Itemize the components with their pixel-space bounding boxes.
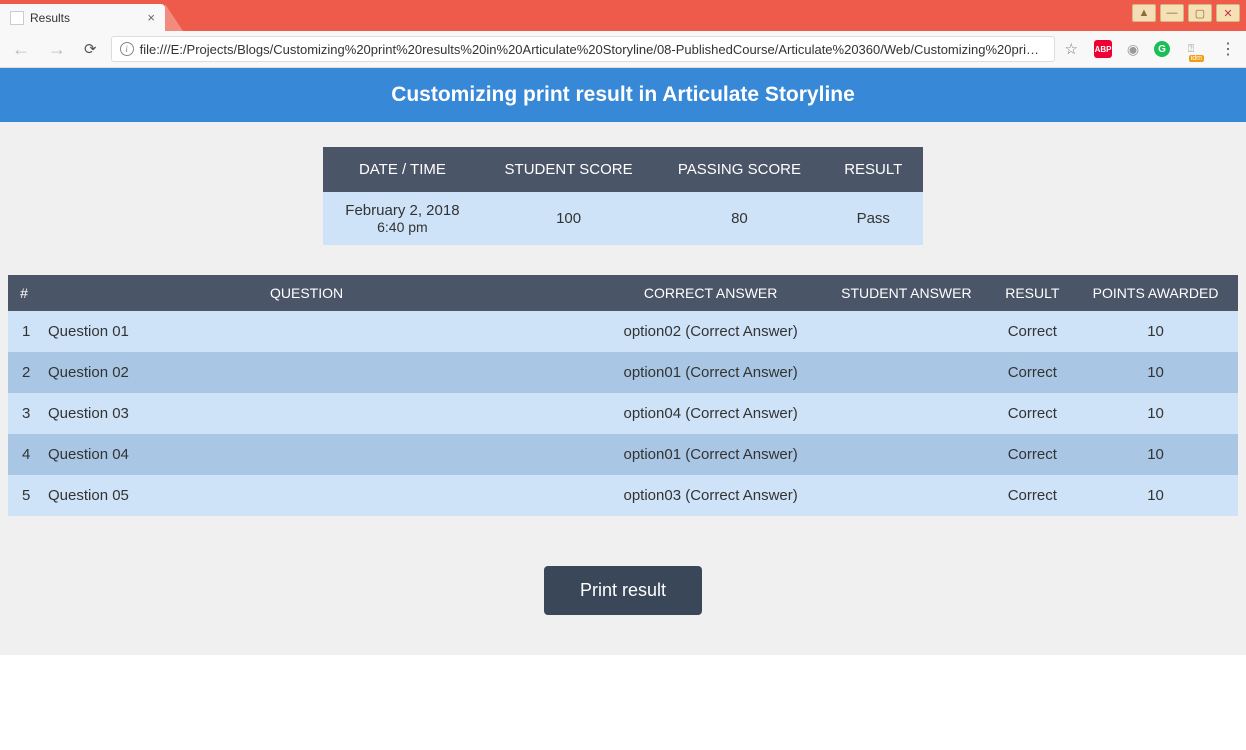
row-points: 10	[1073, 311, 1238, 352]
idm-icon[interactable]: ⍰idm	[1182, 40, 1200, 58]
table-row: 1Question 01option02 (Correct Answer) Cor…	[8, 311, 1238, 352]
table-row: 2Question 02option01 (Correct Answer) Cor…	[8, 352, 1238, 393]
menu-icon[interactable]: ⋮	[1216, 39, 1238, 59]
row-correct-answer: option01 (Correct Answer)	[600, 434, 821, 475]
new-tab-shape[interactable]	[165, 4, 183, 31]
summary-header-passing-score: PASSING SCORE	[655, 147, 823, 192]
row-points: 10	[1073, 434, 1238, 475]
row-result: Correct	[992, 393, 1074, 434]
reload-icon[interactable]: ⟳	[80, 40, 101, 58]
summary-header-result: RESULT	[824, 147, 923, 192]
row-correct-answer: option03 (Correct Answer)	[600, 475, 821, 516]
row-result: Correct	[992, 434, 1074, 475]
row-num: 3	[8, 393, 40, 434]
page-title: Customizing print result in Articulate S…	[0, 68, 1246, 122]
results-header-correct-answer: CORRECT ANSWER	[600, 275, 821, 311]
row-student-answer	[821, 311, 991, 352]
row-question: Question 04	[40, 434, 600, 475]
row-result: Correct	[992, 475, 1074, 516]
summary-result: Pass	[824, 192, 923, 245]
minimize-button[interactable]: —	[1160, 4, 1184, 22]
row-correct-answer: option01 (Correct Answer)	[600, 352, 821, 393]
row-student-answer	[821, 352, 991, 393]
extension-icons: ABP ◉ G ⍰idm	[1088, 40, 1206, 58]
results-header-student-answer: STUDENT ANSWER	[821, 275, 991, 311]
results-header-num: #	[8, 275, 40, 311]
summary-passing-score: 80	[655, 192, 823, 245]
back-icon: ←	[8, 39, 34, 60]
row-num: 4	[8, 434, 40, 475]
close-window-button[interactable]: ✕	[1216, 4, 1240, 22]
row-question: Question 05	[40, 475, 600, 516]
print-result-button[interactable]: Print result	[544, 566, 702, 615]
camera-icon[interactable]: ◉	[1124, 40, 1142, 58]
table-row: 3Question 03option04 (Correct Answer) Cor…	[8, 393, 1238, 434]
row-question: Question 03	[40, 393, 600, 434]
bookmark-star-icon[interactable]: ☆	[1065, 40, 1078, 58]
results-header-points: POINTS AWARDED	[1073, 275, 1238, 311]
table-row: 5Question 05option03 (Correct Answer) Cor…	[8, 475, 1238, 516]
url-input[interactable]: i file:///E:/Projects/Blogs/Customizing%…	[111, 36, 1055, 62]
table-row: 4Question 04option01 (Correct Answer) Cor…	[8, 434, 1238, 475]
url-text: file:///E:/Projects/Blogs/Customizing%20…	[140, 42, 1039, 57]
row-points: 10	[1073, 475, 1238, 516]
summary-datetime: February 2, 2018 6:40 pm	[323, 192, 482, 245]
page-content: DATE / TIME STUDENT SCORE PASSING SCORE …	[0, 122, 1246, 655]
row-result: Correct	[992, 352, 1074, 393]
results-table: # QUESTION CORRECT ANSWER STUDENT ANSWER…	[8, 275, 1238, 516]
summary-header-student-score: STUDENT SCORE	[482, 147, 655, 192]
grammarly-icon[interactable]: G	[1154, 41, 1170, 57]
row-num: 2	[8, 352, 40, 393]
row-student-answer	[821, 475, 991, 516]
row-question: Question 01	[40, 311, 600, 352]
browser-tab[interactable]: Results ×	[0, 4, 165, 31]
summary-header-datetime: DATE / TIME	[323, 147, 482, 192]
summary-table: DATE / TIME STUDENT SCORE PASSING SCORE …	[323, 147, 923, 245]
forward-icon: →	[44, 39, 70, 60]
abp-icon[interactable]: ABP	[1094, 40, 1112, 58]
address-bar: ← → ⟳ i file:///E:/Projects/Blogs/Custom…	[0, 31, 1246, 68]
favicon	[10, 11, 24, 25]
results-header-result: RESULT	[992, 275, 1074, 311]
tab-title: Results	[30, 11, 70, 25]
row-result: Correct	[992, 311, 1074, 352]
row-points: 10	[1073, 393, 1238, 434]
browser-titlebar: Results × ▲ — ▢ ✕	[0, 0, 1246, 31]
row-question: Question 02	[40, 352, 600, 393]
row-num: 1	[8, 311, 40, 352]
row-num: 5	[8, 475, 40, 516]
window-controls: ▲ — ▢ ✕	[1132, 4, 1240, 22]
results-header-question: QUESTION	[40, 275, 600, 311]
info-icon[interactable]: i	[120, 42, 134, 56]
row-student-answer	[821, 393, 991, 434]
user-icon[interactable]: ▲	[1132, 4, 1156, 22]
close-tab-icon[interactable]: ×	[147, 10, 155, 25]
summary-row: February 2, 2018 6:40 pm 100 80 Pass	[323, 192, 923, 245]
row-points: 10	[1073, 352, 1238, 393]
summary-student-score: 100	[482, 192, 655, 245]
maximize-button[interactable]: ▢	[1188, 4, 1212, 22]
row-correct-answer: option04 (Correct Answer)	[600, 393, 821, 434]
row-correct-answer: option02 (Correct Answer)	[600, 311, 821, 352]
row-student-answer	[821, 434, 991, 475]
